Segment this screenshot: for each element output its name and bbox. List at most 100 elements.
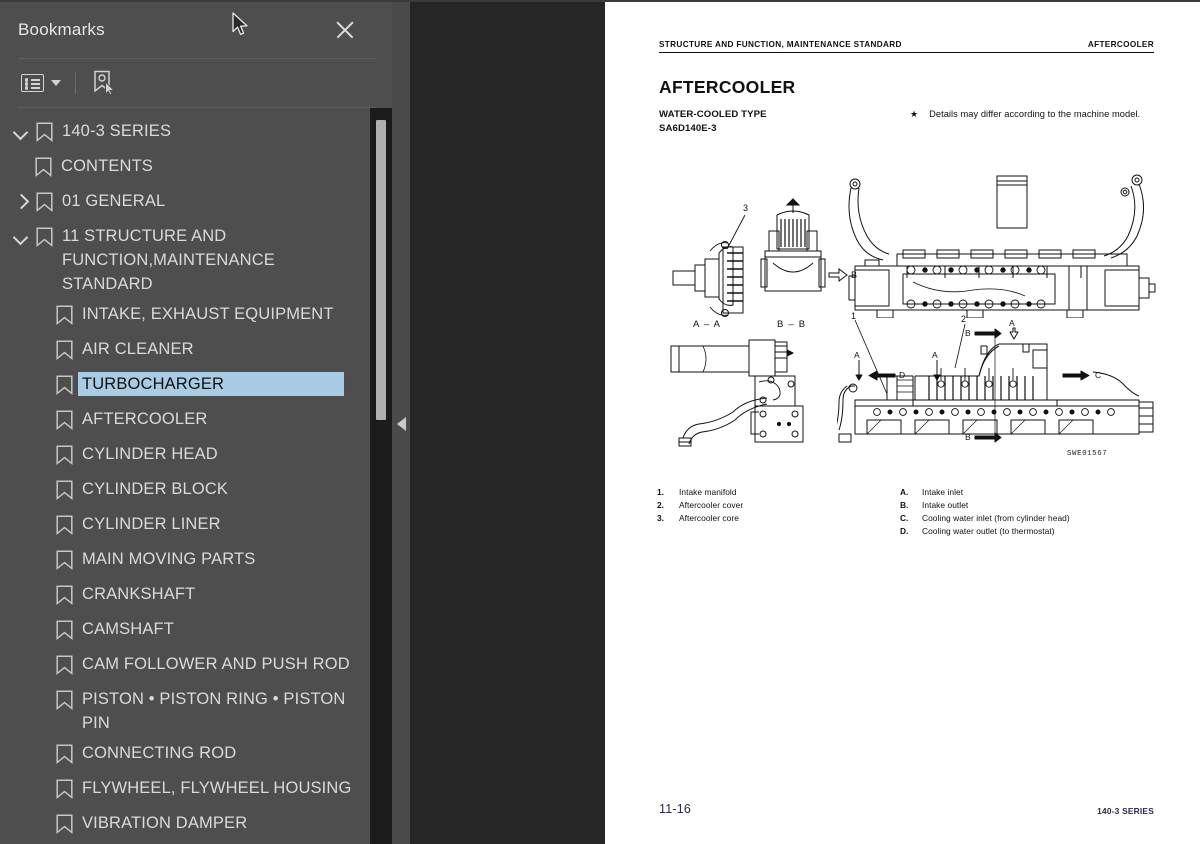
legend-key: 3.	[657, 513, 664, 523]
section-marker-a-left	[855, 360, 863, 381]
triangle-left-icon[interactable]	[397, 417, 406, 431]
bookmark-item-label: TURBOCHARGER	[77, 371, 345, 397]
bookmarks-tree[interactable]: 140-3 SERIES CONTENTS 01 GENERAL 11 STRUCTU…	[0, 108, 370, 844]
bookmarks-scrollbar-thumb[interactable]	[376, 120, 386, 420]
page-note: ★ Details may differ according to the ma…	[910, 108, 1150, 121]
running-head-right: AFTERCOOLER	[1087, 40, 1154, 49]
callout-1-label: 1	[851, 311, 856, 321]
bookmark-item-label: AFTERCOOLER	[82, 410, 208, 428]
bookmark-item-aftercooler[interactable]: AFTERCOOLER	[0, 404, 370, 439]
drawing-number: SWE01567	[1067, 450, 1108, 458]
bookmark-item-140-3-series[interactable]: 140-3 SERIES	[0, 116, 370, 151]
bookmark-item-air-cleaner[interactable]: AIR CLEANER	[0, 334, 370, 369]
new-bookmark-button[interactable]	[89, 67, 119, 99]
legend-row: B. Intake outlet	[900, 499, 1070, 512]
pdf-viewer-window: Bookmarks 140-3 SERIES CONTENTS 01 GENER…	[0, 0, 1200, 844]
toolbar-separator	[75, 72, 76, 94]
bookmark-item-11-structure-and-function-maintenance-standard[interactable]: 11 STRUCTURE AND FUNCTION,MAINTENANCE ST…	[0, 221, 370, 299]
bookmark-icon	[52, 442, 78, 466]
bookmark-item-intake-exhaust-equipment[interactable]: INTAKE, EXHAUST EQUIPMENT	[0, 299, 370, 334]
svg-text:A: A	[1009, 318, 1015, 328]
chevron-right-icon[interactable]	[10, 189, 32, 213]
svg-text:C: C	[1095, 370, 1101, 380]
bookmark-icon	[52, 407, 78, 431]
bookmark-icon	[52, 741, 78, 765]
legend-row: D. Cooling water outlet (to thermostat)	[900, 525, 1070, 538]
bookmark-item-label: 140-3 SERIES	[62, 122, 172, 140]
bookmark-item-crankshaft[interactable]: CRANKSHAFT	[0, 579, 370, 614]
panel-title: Bookmarks	[18, 20, 105, 39]
section-bb-label: B – B	[777, 319, 806, 330]
legend-value: Aftercooler cover	[679, 500, 744, 510]
page-number: 11-16	[659, 802, 692, 816]
subtitle-type: WATER-COOLED TYPE	[659, 109, 767, 120]
legend-value: Cooling water outlet (to thermostat)	[922, 526, 1055, 536]
document-viewer[interactable]: STRUCTURE AND FUNCTION, MAINTENANCE STAN…	[410, 0, 1200, 844]
legend-value: Intake inlet	[922, 487, 964, 497]
bookmark-item-vibration-damper[interactable]: VIBRATION DAMPER	[0, 808, 370, 843]
legend-key: D.	[900, 526, 909, 536]
bookmark-item-label: CYLINDER BLOCK	[82, 480, 229, 498]
note-text: Details may differ according to the mach…	[929, 109, 1141, 119]
bookmark-item-piston-piston-ring-piston-pin[interactable]: PISTON • PISTON RING • PISTON PIN	[0, 684, 370, 738]
bookmark-item-label: MAIN MOVING PARTS	[82, 550, 256, 568]
callout-3-label: 3	[743, 203, 748, 213]
bookmark-item-flywheel-flywheel-housing[interactable]: FLYWHEEL, FLYWHEEL HOUSING	[0, 773, 370, 808]
bookmark-icon	[52, 687, 78, 711]
bookmarks-panel-header: Bookmarks	[0, 2, 392, 58]
bookmark-item-turbocharger[interactable]: TURBOCHARGER	[0, 369, 370, 404]
list-options-icon	[21, 74, 44, 92]
bookmark-item-label: CYLINDER LINER	[82, 515, 221, 533]
bookmark-item-cylinder-liner[interactable]: CYLINDER LINER	[0, 509, 370, 544]
legend-row: 3. Aftercooler core	[657, 512, 743, 525]
bookmark-item-main-moving-parts[interactable]: MAIN MOVING PARTS	[0, 544, 370, 579]
figure-aftercooler-side-view	[663, 332, 838, 452]
page-subtitle: WATER-COOLED TYPE SA6D140E-3	[659, 108, 767, 135]
legend-row: C. Cooling water inlet (from cylinder hea…	[900, 512, 1070, 525]
bookmark-item-label: VIBRATION DAMPER	[82, 814, 248, 832]
bookmark-item-label: 11 STRUCTURE AND FUNCTION,MAINTENANCE ST…	[62, 227, 275, 293]
legend-alpha: A. Intake inlet B. Intake outlet C. Cooling w…	[900, 486, 1070, 538]
bookmarks-panel: Bookmarks 140-3 SERIES CONTENTS 01 GENER…	[0, 0, 392, 844]
flow-arrow-c	[1062, 370, 1090, 381]
callout-2-label: 2	[961, 314, 966, 324]
bookmark-icon	[52, 617, 78, 641]
bookmark-item-label: CAM FOLLOWER AND PUSH ROD	[82, 655, 350, 673]
svg-text:D: D	[899, 370, 905, 380]
bookmark-icon	[52, 776, 78, 800]
running-head-left: STRUCTURE AND FUNCTION, MAINTENANCE STAN…	[659, 40, 902, 49]
star-icon: ★	[910, 109, 919, 119]
legend-value: Intake manifold	[679, 487, 737, 497]
bookmark-item-camshaft[interactable]: CAMSHAFT	[0, 614, 370, 649]
bookmark-icon	[52, 582, 78, 606]
bookmark-item-label: CONNECTING ROD	[82, 744, 237, 762]
bookmark-item-cylinder-head[interactable]: CYLINDER HEAD	[0, 439, 370, 474]
chevron-down-icon[interactable]	[10, 224, 32, 248]
legend-key: 1.	[657, 487, 664, 497]
figure-section-views: 3 A – A B B – B	[665, 167, 865, 332]
bookmark-icon	[32, 189, 58, 213]
bookmarks-scrollbar[interactable]	[370, 108, 392, 844]
svg-text:B: B	[965, 328, 971, 338]
legend-key: 2.	[657, 500, 664, 510]
legend-numeric: 1. Intake manifold 2. Aftercooler cover 3. Af…	[657, 486, 743, 525]
legend-key: A.	[900, 487, 909, 497]
bookmark-icon	[32, 119, 58, 143]
svg-text:B: B	[965, 432, 971, 442]
panel-splitter[interactable]	[392, 0, 410, 844]
bookmark-item-contents[interactable]: CONTENTS	[0, 151, 370, 186]
bookmark-item-cylinder-block[interactable]: CYLINDER BLOCK	[0, 474, 370, 509]
bookmark-item-label: CONTENTS	[61, 157, 153, 175]
legend-row: A. Intake inlet	[900, 486, 1070, 499]
bookmark-item-cam-follower-and-push-rod[interactable]: CAM FOLLOWER AND PUSH ROD	[0, 649, 370, 684]
bookmark-icon	[52, 547, 78, 571]
bookmark-options-button[interactable]	[18, 71, 64, 95]
bookmark-item-label: 01 GENERAL	[62, 192, 166, 210]
bookmark-icon	[31, 154, 57, 178]
bookmark-item-01-general[interactable]: 01 GENERAL	[0, 186, 370, 221]
bookmark-icon	[52, 512, 78, 536]
bookmark-item-connecting-rod[interactable]: CONNECTING ROD	[0, 738, 370, 773]
close-icon[interactable]	[332, 17, 358, 43]
chevron-down-icon[interactable]	[10, 119, 32, 143]
legend-row: 1. Intake manifold	[657, 486, 743, 499]
